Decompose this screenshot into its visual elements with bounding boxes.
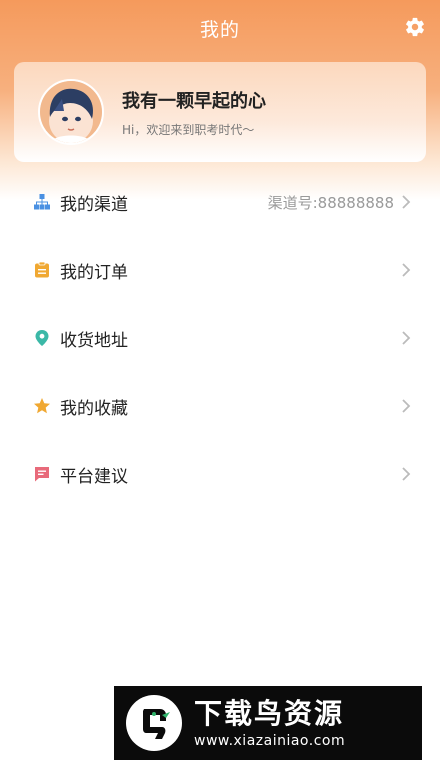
bird-logo-icon bbox=[126, 695, 182, 751]
channel-icon bbox=[32, 192, 52, 212]
menu-item-address[interactable]: 收货地址 bbox=[0, 304, 440, 372]
navbar: 我的 bbox=[0, 0, 440, 56]
profile-card[interactable]: 我有一颗早起的心 Hi，欢迎来到职考时代～ bbox=[14, 62, 426, 162]
chevron-right-icon bbox=[400, 398, 412, 414]
menu-item-orders[interactable]: 我的订单 bbox=[0, 236, 440, 304]
chevron-right-icon bbox=[400, 330, 412, 346]
menu-label: 我的订单 bbox=[60, 262, 128, 283]
message-icon bbox=[32, 464, 52, 484]
star-icon bbox=[32, 396, 52, 416]
menu-label: 我的渠道 bbox=[60, 194, 128, 215]
menu-label: 平台建议 bbox=[60, 466, 128, 487]
chevron-right-icon bbox=[400, 262, 412, 278]
gear-icon bbox=[404, 16, 426, 42]
menu-label: 收货地址 bbox=[60, 330, 128, 351]
settings-button[interactable] bbox=[404, 16, 426, 42]
menu-item-favorites[interactable]: 我的收藏 bbox=[0, 372, 440, 440]
watermark-title: 下载鸟资源 bbox=[194, 697, 345, 730]
menu-item-feedback[interactable]: 平台建议 bbox=[0, 440, 440, 508]
menu-label: 我的收藏 bbox=[60, 398, 128, 419]
username: 我有一颗早起的心 bbox=[122, 90, 266, 112]
avatar[interactable] bbox=[38, 79, 104, 145]
welcome-text: Hi，欢迎来到职考时代～ bbox=[122, 122, 255, 137]
menu-list: 我的渠道 渠道号:88888888 我的订单 收货地址 我的收藏 平台建议 bbox=[0, 168, 440, 508]
location-icon bbox=[32, 328, 52, 348]
watermark-banner: 下载鸟资源 www.xiazainiao.com bbox=[114, 686, 422, 760]
order-icon bbox=[32, 260, 52, 280]
watermark-url: www.xiazainiao.com bbox=[194, 733, 346, 749]
menu-item-channel[interactable]: 我的渠道 渠道号:88888888 bbox=[0, 168, 440, 236]
chevron-right-icon bbox=[400, 194, 412, 210]
profile-info: 我有一颗早起的心 Hi，欢迎来到职考时代～ bbox=[122, 87, 266, 138]
chevron-right-icon bbox=[400, 466, 412, 482]
page-title: 我的 bbox=[199, 18, 240, 41]
channel-number: 渠道号:88888888 bbox=[267, 193, 394, 212]
